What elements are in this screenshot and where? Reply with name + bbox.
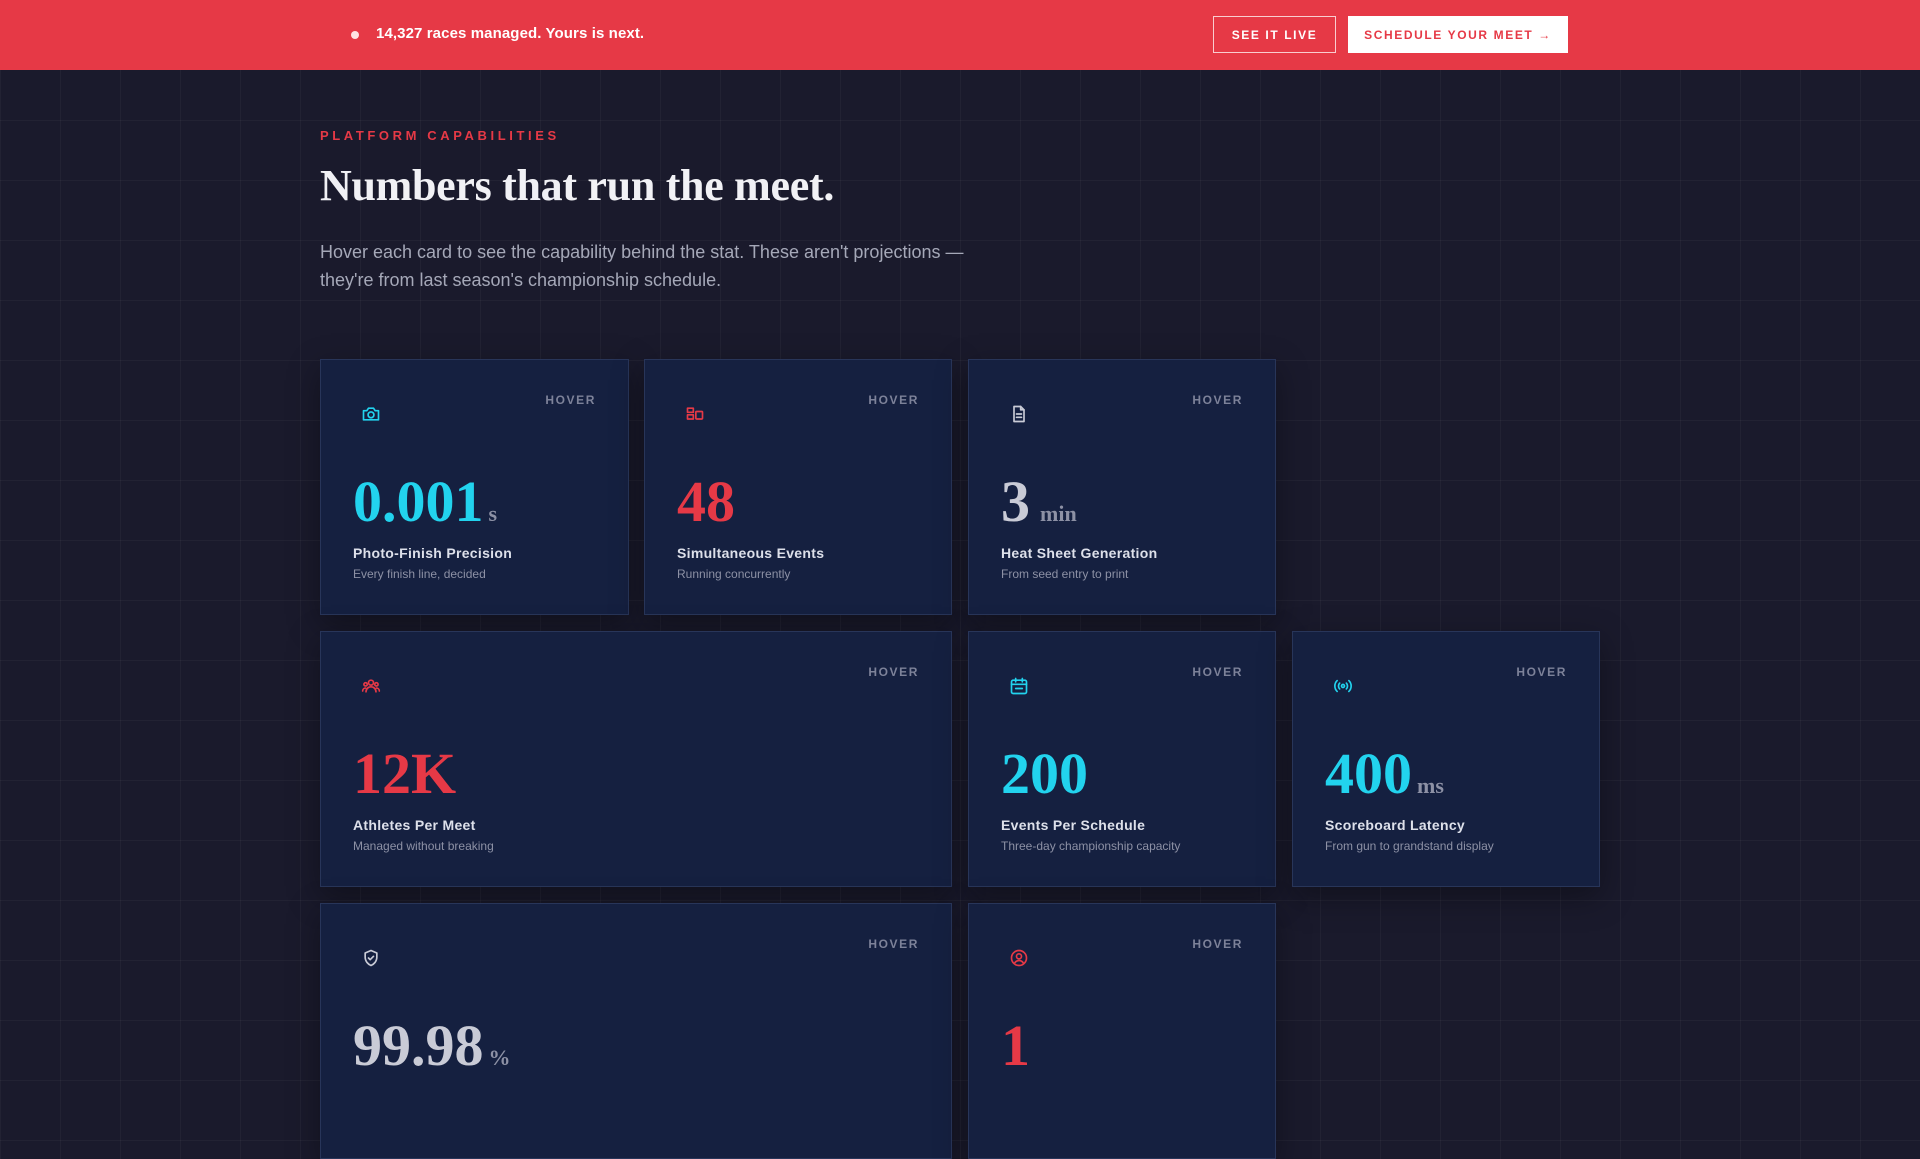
- stat-value: 48: [677, 472, 735, 532]
- shield-check-icon: [361, 948, 381, 968]
- hover-hint: HOVER: [1192, 665, 1243, 679]
- stat-card-events-per-schedule[interactable]: HOVER 200 Events Per Schedule Three-day …: [968, 631, 1276, 887]
- stat-description: From seed entry to print: [1001, 567, 1129, 581]
- stat-card-photo-finish[interactable]: HOVER 0.001 s Photo-Finish Precision Ever…: [320, 359, 629, 615]
- stat-card-single-platform[interactable]: HOVER 1: [968, 903, 1276, 1159]
- stat-unit: min: [1040, 501, 1077, 526]
- stat-card-heat-sheet[interactable]: HOVER 3 min Heat Sheet Generation From se…: [968, 359, 1276, 615]
- stat-label: Scoreboard Latency: [1325, 817, 1465, 833]
- stat-value: 200: [1001, 744, 1088, 804]
- hover-hint: HOVER: [868, 393, 919, 407]
- stat-value: 3 min: [1001, 472, 1077, 544]
- calendar-icon: [1009, 676, 1029, 696]
- stat-unit: ms: [1417, 773, 1444, 798]
- stat-label: Athletes Per Meet: [353, 817, 476, 833]
- stat-label: Events Per Schedule: [1001, 817, 1146, 833]
- stat-description: Every finish line, decided: [353, 567, 486, 581]
- announcement-banner: 14,327 races managed. Yours is next. SEE…: [0, 0, 1920, 70]
- stat-unit: %: [488, 1045, 511, 1070]
- stat-number: 99.98: [353, 1013, 484, 1078]
- hover-hint: HOVER: [868, 665, 919, 679]
- stat-number: 0.001: [353, 469, 484, 534]
- stat-value: 99.98%: [353, 1016, 511, 1088]
- section-subtitle: Hover each card to see the capability be…: [320, 242, 964, 290]
- banner-message: 14,327 races managed. Yours is next.: [376, 25, 645, 42]
- stat-number: 12K: [353, 741, 457, 806]
- stat-card-scoreboard-latency[interactable]: HOVER 400 ms Scoreboard Latency From gun …: [1292, 631, 1600, 887]
- stat-number: 3: [1001, 469, 1030, 534]
- see-it-live-button[interactable]: SEE IT LIVE: [1213, 16, 1336, 53]
- page-title: Numbers that run the meet.: [320, 161, 835, 210]
- schedule-your-meet-button[interactable]: SCHEDULE YOUR MEET →: [1348, 16, 1568, 53]
- stat-label: Photo-Finish Precision: [353, 545, 513, 561]
- section-eyebrow: PLATFORM CAPABILITIES: [320, 128, 560, 143]
- stat-value: 400 ms: [1325, 744, 1444, 816]
- stat-label: Simultaneous Events: [677, 545, 825, 561]
- camera-icon: [361, 404, 381, 424]
- hover-hint: HOVER: [868, 937, 919, 951]
- document-icon: [1009, 404, 1029, 424]
- stat-card-uptime[interactable]: HOVER 99.98%: [320, 903, 952, 1159]
- broadcast-icon: [1333, 676, 1353, 696]
- stat-description: Managed without breaking: [353, 839, 494, 853]
- users-icon: [361, 676, 381, 696]
- stat-description: Three-day championship capacity: [1001, 839, 1181, 853]
- stat-number: 1: [1001, 1013, 1030, 1078]
- stat-value: 12K: [353, 744, 456, 804]
- stat-number: 48: [677, 469, 735, 534]
- hover-hint: HOVER: [1516, 665, 1567, 679]
- stat-label: Heat Sheet Generation: [1001, 545, 1158, 561]
- stat-description: From gun to grandstand display: [1325, 839, 1494, 853]
- user-circle-icon: [1009, 948, 1029, 968]
- hover-hint: HOVER: [1192, 393, 1243, 407]
- stat-value: 1: [1001, 1016, 1030, 1076]
- stat-unit: s: [488, 501, 498, 526]
- stat-value: 0.001 s: [353, 472, 497, 544]
- stat-number: 400: [1325, 741, 1412, 806]
- stat-card-simultaneous-events[interactable]: HOVER 48 Simultaneous Events Running con…: [644, 359, 952, 615]
- status-dot: [351, 31, 359, 39]
- hover-hint: HOVER: [1192, 937, 1243, 951]
- stat-card-athletes-per-meet[interactable]: HOVER 12K Athletes Per Meet Managed with…: [320, 631, 952, 887]
- stat-number: 200: [1001, 741, 1088, 806]
- stat-description: Running concurrently: [677, 567, 791, 581]
- hover-hint: HOVER: [545, 393, 596, 407]
- events-icon: [685, 404, 705, 424]
